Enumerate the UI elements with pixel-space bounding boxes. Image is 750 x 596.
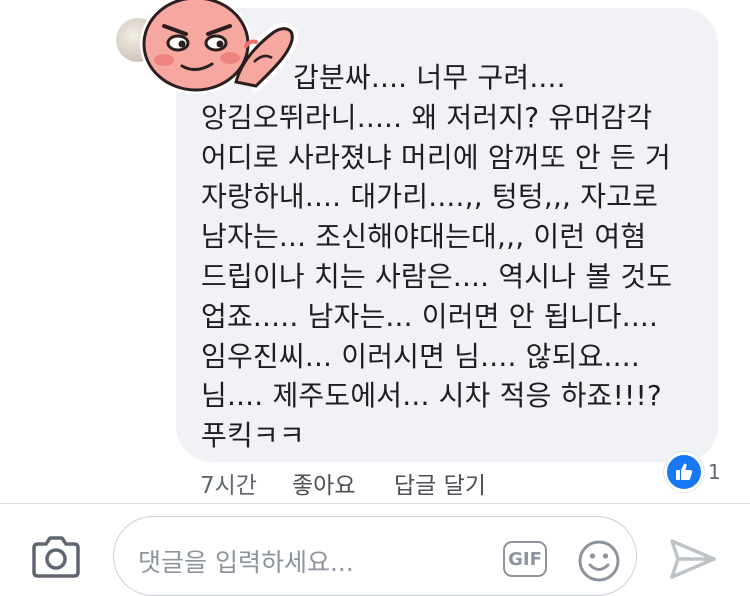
like-button[interactable]: 좋아요	[292, 466, 355, 500]
comment-line: 님.... 제주도에서... 시차 적응 하죠!!!?	[201, 379, 662, 413]
comment-line: 업죠..... 남자는... 이러면 안 됩니다....	[201, 299, 659, 333]
comment-input-placeholder: 댓글을 입력하세요...	[138, 548, 354, 577]
reaction-summary[interactable]: 1	[664, 452, 721, 492]
comment-timestamp: 7시간	[200, 473, 257, 499]
gif-button[interactable]: GIF	[503, 541, 547, 577]
comment-line: 어디로 사라졌냐 머리에 암꺼또 안 든 거	[201, 140, 671, 174]
reply-button[interactable]: 답글 달기	[394, 466, 486, 500]
comment-line: 남자는... 조신해야대는대,,, 이런 여혐	[201, 220, 647, 254]
comment-input[interactable]: 댓글을 입력하세요... GIF	[113, 516, 637, 596]
thumbs-up-icon	[664, 452, 704, 492]
camera-icon[interactable]	[30, 534, 82, 580]
comment-line: 드립이나 치는 사람은.... 역시나 볼 것도	[201, 259, 673, 293]
comment-line: 푸킥ㅋㅋ	[201, 419, 305, 453]
peach-sticker	[140, 0, 299, 94]
send-icon[interactable]	[668, 536, 718, 582]
reaction-count: 1	[708, 460, 721, 484]
comment-line: 자랑하내.... 대가리....,, 텅텅,,, 자고로	[201, 180, 659, 214]
comment-line: 임우진씨... 이러시면 님.... 않되요....	[201, 339, 640, 373]
smiley-icon[interactable]	[577, 539, 621, 583]
comment-text: 갑분싸.... 너무 구려.... 앙김오뛰라니..... 왜 저러지? 유머감…	[201, 58, 711, 456]
comment-composer: 댓글을 입력하세요... GIF	[0, 504, 750, 596]
